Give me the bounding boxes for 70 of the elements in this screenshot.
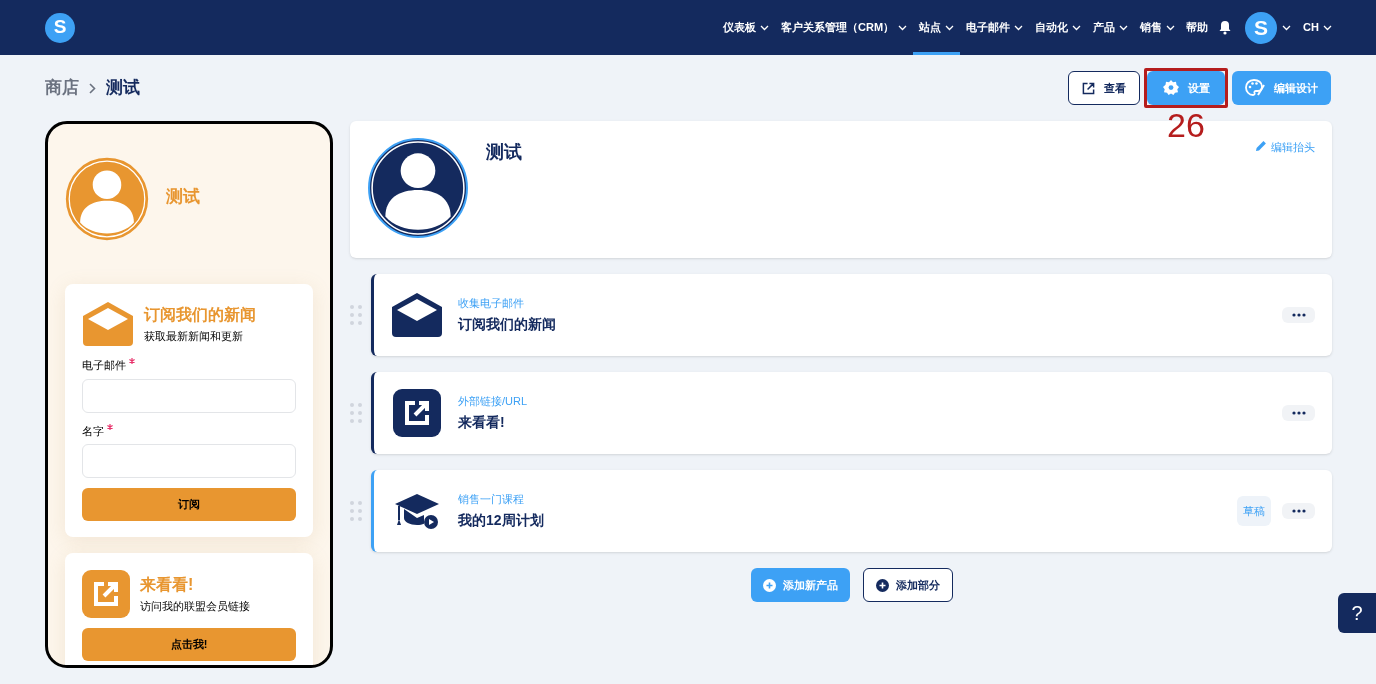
nav-menu[interactable]: 销售 xyxy=(1134,0,1182,55)
drag-handle-icon[interactable] xyxy=(350,403,362,423)
chevron-icon xyxy=(1014,24,1024,31)
chevron-icon xyxy=(1282,24,1292,31)
section-title: 我的12周计划 xyxy=(458,511,544,531)
nav-menu[interactable]: 自动化 xyxy=(1029,0,1088,55)
draft-badge: 草稿 xyxy=(1237,495,1271,527)
help-link[interactable]: 帮助 xyxy=(1181,19,1214,36)
chevron-icon xyxy=(1119,24,1129,31)
avatar-icon xyxy=(65,157,149,241)
preview-title: 测试 xyxy=(166,186,200,208)
preview-card-title: 来看看! xyxy=(140,574,195,595)
field-label: 名字 xyxy=(82,423,104,439)
preview-card-subtitle: 获取最新新闻和更新 xyxy=(144,328,244,344)
avatar-icon xyxy=(367,137,469,239)
chevron-icon xyxy=(1072,24,1082,31)
more-button[interactable] xyxy=(1282,503,1315,519)
language-menu[interactable]: CH xyxy=(1303,19,1332,36)
more-icon xyxy=(1291,411,1306,415)
settings-icon xyxy=(1162,80,1179,96)
plus-circle-icon xyxy=(762,578,776,592)
drag-handle-icon[interactable] xyxy=(350,501,362,521)
external-link-icon xyxy=(393,389,441,437)
breadcrumb-current: 测试 xyxy=(106,77,140,100)
more-button[interactable] xyxy=(1282,307,1315,323)
section-card[interactable]: 收集电子邮件 订阅我们的新闻 xyxy=(371,274,1332,356)
bell-icon[interactable] xyxy=(1218,20,1233,35)
chevron-icon xyxy=(1166,24,1176,31)
step-number: 26 xyxy=(1167,107,1205,143)
section-type: 销售一门课程 xyxy=(458,491,525,507)
section-type: 收集电子邮件 xyxy=(458,295,525,311)
nav-menu[interactable]: 客户关系管理（CRM） xyxy=(775,0,914,55)
chevron-icon xyxy=(760,24,770,31)
link-button[interactable]: 点击我! xyxy=(82,628,296,661)
help-button[interactable]: ? xyxy=(1338,593,1376,633)
preview-card-title: 订阅我们的新闻 xyxy=(144,304,256,325)
view-button[interactable]: 查看 xyxy=(1068,71,1140,105)
chevron-icon xyxy=(945,24,955,31)
nav-menu[interactable]: 站点 xyxy=(913,0,961,55)
preview-card-subtitle: 访问我的联盟会员链接 xyxy=(140,598,250,614)
section-card[interactable]: 外部链接/URL 来看看! xyxy=(371,372,1332,454)
palette-icon xyxy=(1245,79,1265,97)
external-link-icon xyxy=(1082,81,1095,95)
section-title: 来看看! xyxy=(458,413,506,433)
nav-menu[interactable]: 仪表板 xyxy=(717,0,776,55)
more-icon xyxy=(1291,509,1306,513)
section-type: 外部链接/URL xyxy=(458,393,528,409)
nav-menu[interactable]: 产品 xyxy=(1087,0,1135,55)
graduation-cap-icon xyxy=(394,492,440,530)
subscribe-button[interactable]: 订阅 xyxy=(82,488,296,521)
input-field[interactable] xyxy=(82,444,296,478)
field-label: 电子邮件 xyxy=(82,358,126,373)
envelope-icon xyxy=(391,292,443,338)
nav-menu[interactable]: 电子邮件 xyxy=(960,0,1030,55)
breadcrumb-link[interactable]: 商店 xyxy=(45,75,79,101)
drag-handle-icon[interactable] xyxy=(350,305,362,325)
chevron-right-icon xyxy=(89,82,96,94)
pencil-icon xyxy=(1255,140,1267,152)
more-button[interactable] xyxy=(1282,405,1315,421)
more-icon xyxy=(1291,313,1306,317)
plus-circle-icon xyxy=(875,578,889,592)
section-card[interactable]: 销售一门课程 我的12周计划 草稿 xyxy=(371,470,1332,552)
input-field[interactable] xyxy=(82,378,296,413)
chevron-icon xyxy=(1323,24,1332,31)
envelope-icon xyxy=(82,301,134,347)
header-title: 测试 xyxy=(486,141,522,164)
add-button[interactable]: 添加部分 xyxy=(862,568,953,602)
section-title: 订阅我们的新闻 xyxy=(458,315,556,335)
chevron-icon xyxy=(898,24,908,31)
external-link-icon xyxy=(82,570,130,618)
